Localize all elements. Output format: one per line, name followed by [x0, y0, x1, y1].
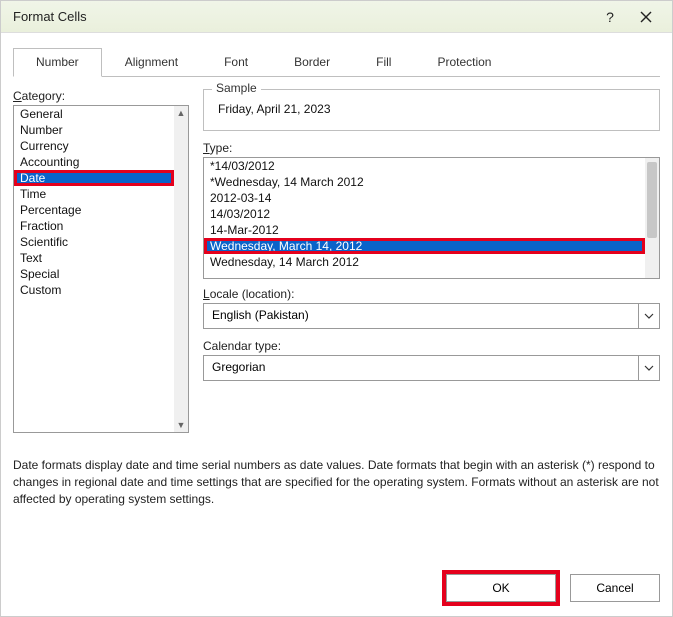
category-item[interactable]: Percentage — [14, 202, 174, 218]
type-label: Type: — [203, 141, 660, 155]
category-item[interactable]: Text — [14, 250, 174, 266]
type-item[interactable]: 2012-03-14 — [204, 190, 645, 206]
type-item[interactable]: *Wednesday, 14 March 2012 — [204, 174, 645, 190]
type-item[interactable]: 14-Mar-2012 — [204, 222, 645, 238]
category-label: Category: — [13, 89, 189, 103]
tab-protection[interactable]: Protection — [414, 48, 514, 77]
scroll-thumb[interactable] — [647, 162, 657, 238]
type-item[interactable]: Wednesday, 14 March 2012 — [204, 254, 645, 270]
category-scrollbar[interactable]: ▲ ▼ — [174, 106, 188, 432]
calendar-value: Gregorian — [203, 355, 638, 381]
calendar-combo[interactable]: Gregorian — [203, 355, 660, 381]
category-item[interactable]: Fraction — [14, 218, 174, 234]
category-item[interactable]: Special — [14, 266, 174, 282]
category-item[interactable]: Currency — [14, 138, 174, 154]
calendar-label: Calendar type: — [203, 339, 660, 353]
titlebar: Format Cells ? — [1, 1, 672, 33]
category-item[interactable]: Scientific — [14, 234, 174, 250]
calendar-dropdown-button[interactable] — [638, 355, 660, 381]
locale-dropdown-button[interactable] — [638, 303, 660, 329]
format-description: Date formats display date and time seria… — [13, 457, 660, 507]
format-cells-dialog: Format Cells ? Number Alignment Font Bor… — [0, 0, 673, 617]
type-listbox[interactable]: *14/03/2012*Wednesday, 14 March 20122012… — [203, 157, 660, 279]
ok-button[interactable]: OK — [446, 574, 556, 602]
category-item[interactable]: General — [14, 106, 174, 122]
tab-alignment[interactable]: Alignment — [102, 48, 201, 77]
category-item[interactable]: Number — [14, 122, 174, 138]
locale-label: Locale (location): — [203, 287, 660, 301]
tab-fill[interactable]: Fill — [353, 48, 414, 77]
dialog-body: Number Alignment Font Border Fill Protec… — [1, 33, 672, 574]
tab-font[interactable]: Font — [201, 48, 271, 77]
scroll-down-icon: ▼ — [177, 418, 186, 432]
category-listbox[interactable]: GeneralNumberCurrencyAccountingDateTimeP… — [13, 105, 189, 433]
chevron-down-icon — [644, 365, 654, 371]
close-icon — [640, 11, 652, 23]
cancel-button[interactable]: Cancel — [570, 574, 660, 602]
close-button[interactable] — [628, 3, 664, 31]
number-panel: Category: GeneralNumberCurrencyAccountin… — [13, 77, 660, 562]
category-item[interactable]: Time — [14, 186, 174, 202]
type-item[interactable]: 14/03/2012 — [204, 206, 645, 222]
chevron-down-icon — [644, 313, 654, 319]
category-item[interactable]: Date — [14, 170, 174, 186]
type-scrollbar[interactable] — [645, 158, 659, 278]
sample-legend: Sample — [212, 81, 261, 95]
tab-border[interactable]: Border — [271, 48, 353, 77]
help-button[interactable]: ? — [592, 3, 628, 31]
tabstrip: Number Alignment Font Border Fill Protec… — [13, 47, 660, 77]
sample-group: Sample Friday, April 21, 2023 — [203, 89, 660, 131]
sample-value: Friday, April 21, 2023 — [214, 102, 649, 116]
category-item[interactable]: Accounting — [14, 154, 174, 170]
type-item[interactable]: Wednesday, March 14, 2012 — [204, 238, 645, 254]
locale-value: English (Pakistan) — [203, 303, 638, 329]
type-item[interactable]: *14/03/2012 — [204, 158, 645, 174]
category-item[interactable]: Custom — [14, 282, 174, 298]
scroll-up-icon: ▲ — [177, 106, 186, 120]
locale-combo[interactable]: English (Pakistan) — [203, 303, 660, 329]
tab-number[interactable]: Number — [13, 48, 102, 77]
dialog-footer: OK Cancel — [1, 574, 672, 616]
window-title: Format Cells — [13, 9, 592, 24]
